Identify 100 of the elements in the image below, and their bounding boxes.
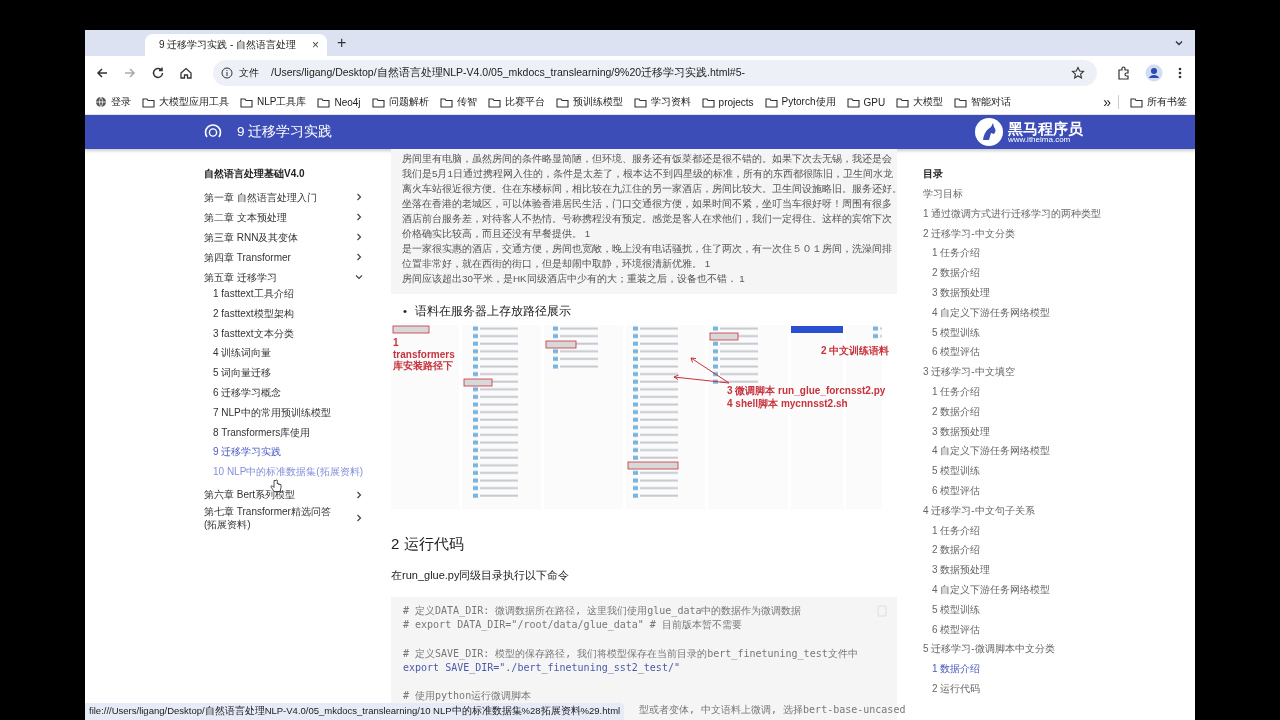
star-icon[interactable] [1071,66,1085,80]
section-link[interactable]: 2 fasttext模型架构 [204,306,364,327]
data-line: 离火车站很近很方便。住在东楼标间，相比较在九江住的另一家酒店，房间比较大。卫生间设施略旧。服务还好。 [402,182,897,196]
folder-icon[interactable] [701,96,715,108]
section-link[interactable]: 4 训练词向量 [204,346,364,367]
chapter-link[interactable]: 第一章 自然语言处理入门 [204,187,364,207]
toc-link[interactable]: 5 模型训练 [923,464,1113,484]
info-icon[interactable] [221,67,233,79]
chapter-link[interactable]: 第七章 Transformer精选问答(拓展资料) [204,504,364,531]
bookmark[interactable]: 比赛平台 [487,95,545,109]
toc-link[interactable]: 3 数据预处理 [923,563,1113,583]
toc-link[interactable]: 6 模型评估 [923,345,1113,366]
more-bookmarks-button[interactable]: » [1103,94,1111,110]
toc-link[interactable]: 2 数据介绍 [923,404,1113,425]
toc-title: 目录 [923,167,944,181]
section-link[interactable]: 9 迁移学习实践 [204,445,364,466]
toc-link[interactable]: 2 数据介绍 [923,543,1113,564]
profile-icon[interactable] [1145,64,1163,82]
bookmark[interactable]: 大模型应用工具 [142,95,229,109]
code-line: # export DATA_DIR="/root/data/glue_data" # 目前版本暂不需要 [403,618,743,633]
folder-icon[interactable] [764,96,778,108]
section-link[interactable]: 5 词向量迁移 [204,366,364,386]
reload-icon[interactable] [151,66,165,80]
chevron-down-icon[interactable] [354,272,364,282]
toc-link[interactable]: 3 迁移学习-中文填空 [923,365,1113,385]
toc-link[interactable]: 2 数据介绍 [923,266,1113,286]
section-link[interactable]: 8 Transformers库使用 [204,425,364,446]
section-link[interactable]: 1 fasttext工具介绍 [204,287,364,307]
section-link[interactable]: 7 NLP中的常用预训练模型 [204,405,364,426]
bookmark[interactable]: GPU [846,96,886,108]
folder-icon[interactable] [142,96,155,108]
home-icon[interactable] [179,66,193,80]
chevron-right-icon[interactable] [354,489,364,500]
bookmark[interactable]: 登录 [95,95,131,109]
back-icon[interactable] [95,66,109,80]
close-tab-button[interactable]: × [312,38,319,52]
toc-link[interactable]: 5 模型训练 [923,602,1113,623]
toc-link[interactable]: 2 运行代码 [923,681,1113,702]
address-bar[interactable]: 文件 /Users/ligang/Desktop/自然语言处理NLP-V4.0/05_mkdocs_translearning/9%20迁移学习实践.html#5- [213,60,1097,86]
chevron-right-icon[interactable] [354,192,364,202]
bookmark[interactable]: Pytorch使用 [764,95,836,109]
folder-icon[interactable] [555,96,569,108]
toc-link[interactable]: 5 迁移学习-微调脚本中文分类 [923,642,1113,663]
chapter-link[interactable]: 第六章 Bert系列模型 [204,484,364,505]
bookmark[interactable]: projects [701,96,754,108]
folder-icon[interactable] [846,96,860,108]
toc-link[interactable]: 2 迁移学习-中文分类 [923,226,1113,247]
folder-icon[interactable] [439,96,453,108]
folder-icon[interactable] [896,96,910,108]
folder-icon[interactable] [1130,96,1143,108]
toc-link[interactable]: 4 自定义下游任务网络模型 [923,444,1113,465]
bookmark[interactable]: 智能对话 [954,95,1012,109]
menu-icon[interactable] [1177,66,1183,80]
toc-link[interactable]: 4 自定义下游任务网络模型 [923,305,1113,326]
toc-link[interactable]: 3 数据预处理 [923,286,1113,306]
toc-link[interactable]: 1 任务介绍 [923,523,1113,544]
bookmark[interactable]: NLP工具库 [240,95,307,109]
data-line: 是一家很实惠的酒店，交通方便，房间也宽敞，晚上没有电话骚扰，住了两次，有一次住５０１房间，洗澡间排 [402,242,893,256]
section-link[interactable]: 3 fasttext文本分类 [204,326,364,347]
chevron-right-icon[interactable] [354,212,364,222]
page-title: 9 迁移学习实践 [237,123,333,141]
chevron-right-icon[interactable] [354,232,364,242]
new-tab-button[interactable]: + [337,34,347,52]
toc-link[interactable]: 4 迁移学习-中文句子关系 [923,503,1113,524]
toc-link[interactable]: 5 模型训练 [923,325,1113,346]
extensions-icon[interactable] [1117,66,1131,80]
folder-icon[interactable] [487,96,501,108]
toc-link[interactable]: 6 模型评估 [923,483,1113,504]
chapter-link[interactable]: 第四章 Transformer [204,247,364,267]
globe-icon[interactable] [95,96,107,108]
toc-link[interactable]: 3 数据预处理 [923,424,1113,445]
bookmark[interactable]: 问题解析 [371,95,429,109]
chevron-right-icon[interactable] [354,252,364,262]
toc-link[interactable]: 1 通过微调方式进行迁移学习的两种类型 [923,206,1113,227]
bookmark[interactable]: 大模型 [896,95,944,109]
bookmark[interactable]: Neo4j [317,96,361,108]
chapter-link[interactable]: 第三章 RNN及其变体 [204,227,364,247]
toc-link[interactable]: 4 自定义下游任务网络模型 [923,582,1113,603]
chapter-link[interactable]: 第五章 迁移学习 [204,267,364,287]
chapter-link[interactable]: 第二章 文本预处理 [204,207,364,227]
code-line: # 定义DATA_DIR: 微调数据所在路径, 这里我们使用glue_data中的数据作为微调数据 [403,604,803,619]
folder-icon[interactable] [954,96,968,108]
all-bookmarks-folder[interactable]: 所有书签 [1130,95,1187,109]
folder-icon[interactable] [371,96,385,108]
folder-icon[interactable] [240,96,253,108]
toc-link[interactable]: 学习目标 [923,187,1113,207]
bullet-mark: • [403,304,408,319]
bookmark[interactable]: 学习资料 [633,95,691,109]
toc-link[interactable]: 1 任务介绍 [923,384,1113,405]
horse-logo-icon[interactable] [974,117,1004,147]
folder-icon[interactable] [317,96,331,108]
section-link[interactable]: 6 迁移学习概念 [204,386,364,406]
toc-link[interactable]: 1 任务介绍 [923,246,1113,267]
toc-link[interactable]: 6 模型评估 [923,622,1113,643]
browser-tab[interactable]: 9 迁移学习实践 - 自然语言处理 × [145,34,327,56]
folder-icon[interactable] [633,96,647,108]
bookmark[interactable]: 预训练模型 [555,95,623,109]
chevron-right-icon[interactable] [354,512,364,523]
toc-link[interactable]: 1 数据介绍 [923,662,1113,682]
bookmark[interactable]: 传智 [439,95,477,109]
